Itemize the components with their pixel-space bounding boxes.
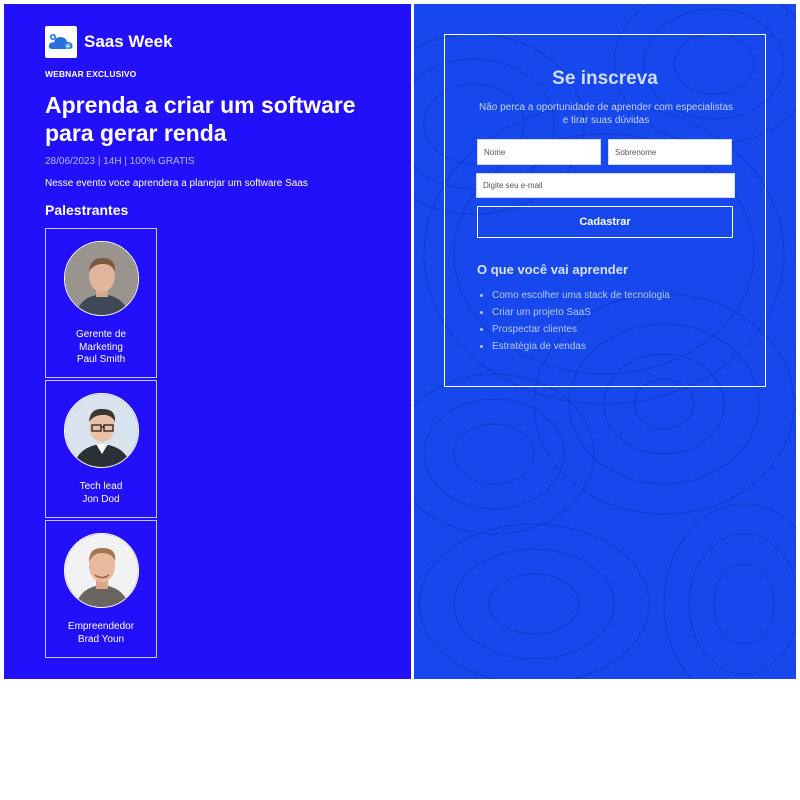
bullet-icon (480, 345, 483, 348)
speaker-role: Empreendedor (67, 621, 135, 632)
list-item-label: Como escolher uma stack de tecnologia (492, 290, 670, 301)
last-name-input[interactable] (608, 139, 732, 165)
speaker-name: Paul Smith (76, 354, 126, 365)
avatar (63, 533, 139, 608)
speakers-heading: Palestrantes (45, 202, 129, 218)
learn-list: Como escolher uma stack de tecnologia Cr… (477, 287, 670, 355)
page-title: Aprenda a criar um software para gerar r… (45, 92, 356, 146)
event-description: Nesse evento voce aprendera a planejar u… (45, 178, 308, 189)
brand-name: Saas Week (84, 32, 173, 51)
hero-panel: Saas Week WEBNAR EXCLUSIVO Aprenda a cri… (4, 4, 411, 679)
event-meta: 28/06/2023 | 14H | 100% GRATIS (45, 156, 195, 167)
form-subtitle: Não perca a oportunidade de aprender com… (478, 102, 734, 126)
cloud-gear-icon (45, 26, 77, 58)
brand[interactable]: Saas Week (45, 26, 173, 58)
speaker-card: Tech lead Jon Dod (45, 380, 157, 518)
speaker-card: Empreendedor Brad Youn (45, 520, 157, 658)
form-title: Se inscreva (552, 68, 658, 89)
eyebrow-label: WEBNAR EXCLUSIVO (45, 69, 137, 79)
list-item: Como escolher uma stack de tecnologia (477, 287, 670, 304)
bullet-icon (480, 328, 483, 331)
speaker-card: Gerente de Marketing Paul Smith (45, 228, 157, 378)
avatar (63, 241, 139, 316)
email-input[interactable] (476, 173, 735, 198)
learn-heading: O que você vai aprender (477, 262, 629, 277)
speaker-role: Tech lead (79, 481, 123, 492)
speaker-name: Jon Dod (82, 493, 120, 505)
list-item: Estratégia de vendas (477, 338, 670, 355)
bullet-icon (480, 311, 483, 314)
list-item-label: Prospectar clientes (492, 324, 578, 335)
signup-panel: Se inscreva Não perca a oportunidade de … (414, 4, 796, 679)
bullet-icon (480, 294, 483, 297)
avatar (63, 393, 139, 468)
signup-form: Se inscreva Não perca a oportunidade de … (444, 34, 766, 387)
list-item: Criar um projeto SaaS (477, 304, 670, 321)
speaker-role: Gerente de Marketing (75, 329, 127, 353)
first-name-input[interactable] (477, 139, 601, 165)
submit-button[interactable]: Cadastrar (477, 206, 733, 238)
list-item-label: Criar um projeto SaaS (492, 307, 591, 318)
list-item: Prospectar clientes (477, 321, 670, 338)
speaker-name: Brad Youn (77, 633, 125, 645)
list-item-label: Estratégia de vendas (492, 341, 586, 352)
